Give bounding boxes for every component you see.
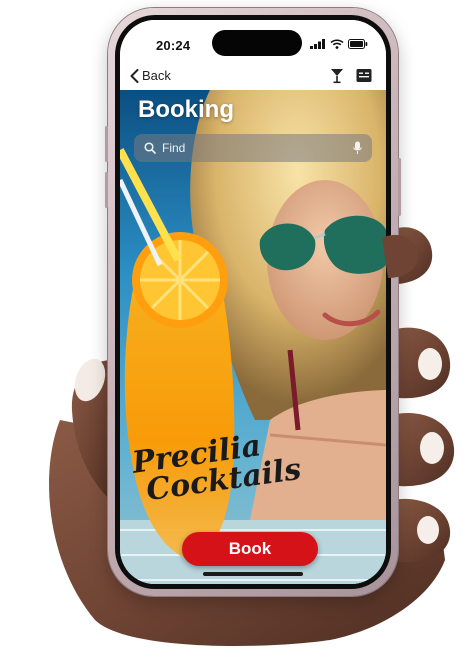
- app-mockup-stage: 20:24 Back Booking Find Precilia Cocktai…: [0, 0, 466, 650]
- back-button[interactable]: Back: [130, 68, 171, 83]
- search-icon: [144, 142, 156, 154]
- volume-button: [105, 126, 108, 162]
- dynamic-island: [212, 30, 302, 56]
- menu-board-icon[interactable]: [356, 68, 372, 83]
- cocktail-pool-photo: [120, 90, 386, 584]
- cocktail-glass-icon[interactable]: [330, 68, 344, 84]
- cellular-signal-icon: [310, 39, 325, 49]
- status-icons: [310, 39, 368, 49]
- wifi-icon: [330, 39, 344, 49]
- hero-photo: Booking Find Precilia Cocktails Book: [120, 90, 386, 584]
- chevron-left-icon: [130, 68, 139, 83]
- home-indicator[interactable]: [203, 572, 303, 576]
- status-bar: 20:24: [120, 20, 386, 64]
- page-title: Booking: [138, 96, 234, 123]
- search-input[interactable]: Find: [162, 141, 353, 155]
- battery-icon: [348, 39, 368, 49]
- navigation-bar: Back: [120, 64, 386, 90]
- volume-button: [105, 172, 108, 208]
- phone-frame: 20:24 Back Booking Find Precilia Cocktai…: [105, 8, 401, 596]
- power-button: [398, 158, 401, 216]
- back-label: Back: [142, 68, 171, 83]
- microphone-icon[interactable]: [353, 141, 362, 155]
- phone-bezel: 20:24 Back Booking Find Precilia Cocktai…: [115, 15, 391, 589]
- search-bar[interactable]: Find: [134, 134, 372, 162]
- book-button[interactable]: Book: [182, 532, 318, 566]
- status-time: 20:24: [156, 38, 191, 53]
- screen: 20:24 Back Booking Find Precilia Cocktai…: [120, 20, 386, 584]
